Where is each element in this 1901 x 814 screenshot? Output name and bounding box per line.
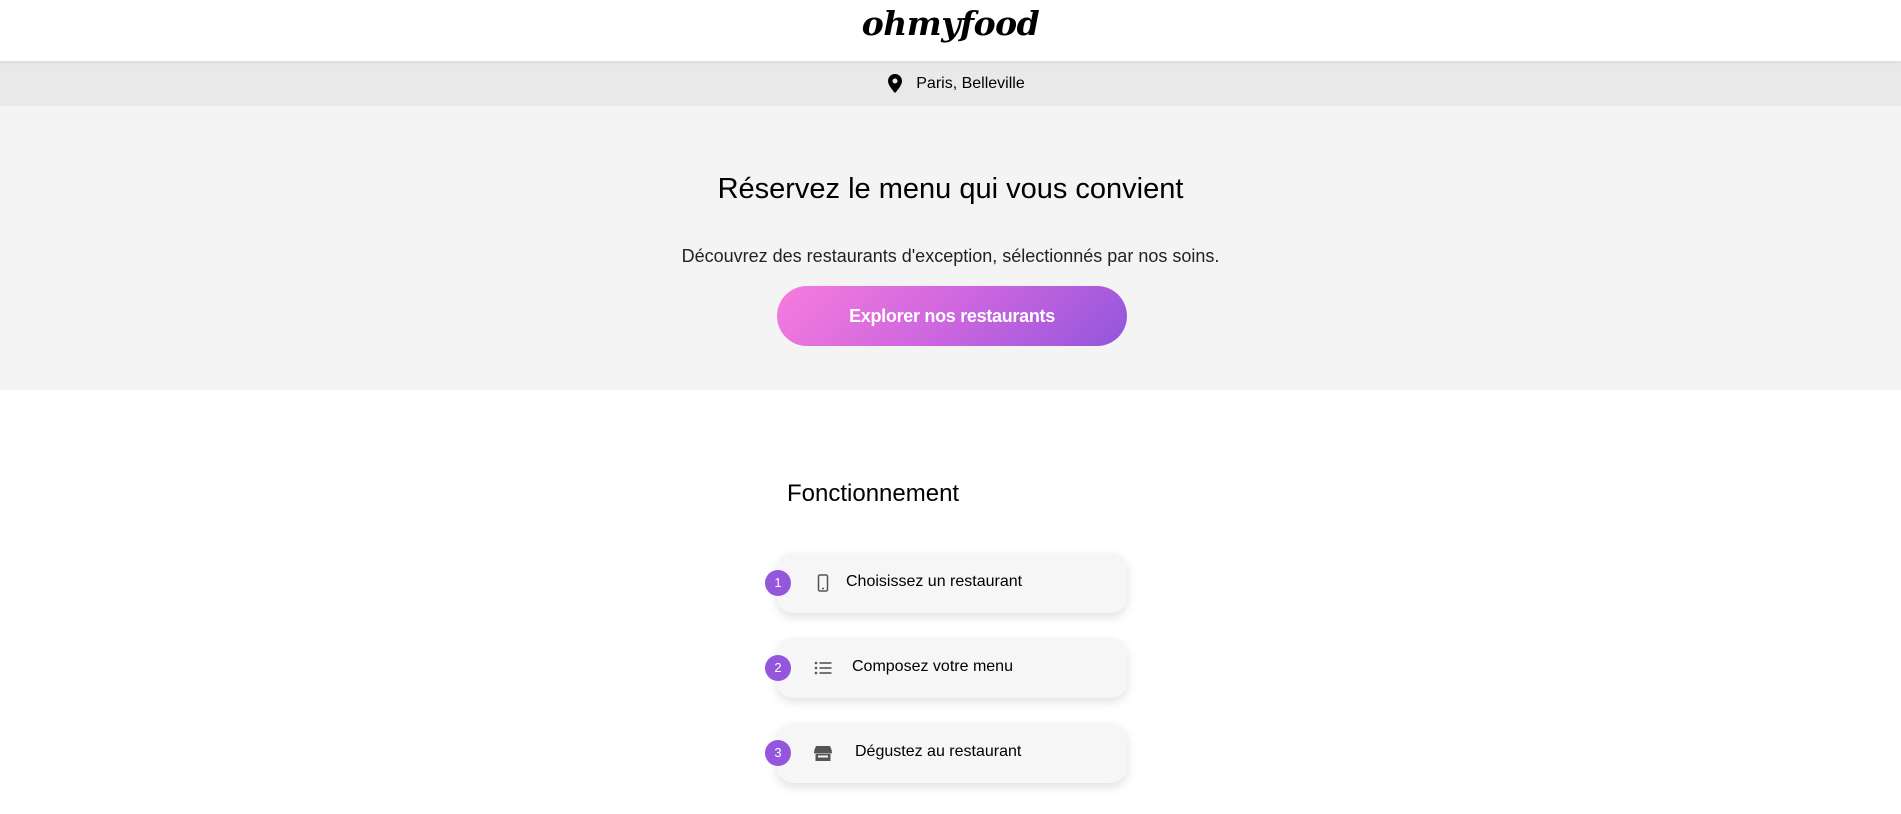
explore-restaurants-button[interactable]: Explorer nos restaurants xyxy=(777,286,1127,346)
step-card-enjoy-at-restaurant: 3 Dégustez au restaurant xyxy=(765,723,1127,783)
store-icon xyxy=(814,746,832,761)
hero-section: Réservez le menu qui vous convient Décou… xyxy=(0,106,1901,390)
step-label: Choisissez un restaurant xyxy=(846,573,1023,590)
step-card-choose-restaurant: 1 Choisissez un restaurant xyxy=(765,553,1127,613)
hero-subtitle: Découvrez des restaurants d'exception, s… xyxy=(681,246,1220,266)
location-inner: Paris, Belleville xyxy=(0,74,1901,93)
mobile-phone-icon xyxy=(817,574,829,592)
step-number-badge: 3 xyxy=(765,740,791,766)
step-number-badge: 2 xyxy=(765,655,791,681)
step-label: Dégustez au restaurant xyxy=(855,743,1022,760)
step-number-badge: 1 xyxy=(765,570,791,596)
location-bar: Paris, Belleville xyxy=(0,61,1901,106)
step-label: Composez votre menu xyxy=(852,658,1013,675)
map-pin-icon xyxy=(888,74,903,93)
site-header: ohmyfood xyxy=(0,0,1901,61)
location-text: Paris, Belleville xyxy=(916,74,1025,92)
ohmyfood-logo[interactable]: ohmyfood xyxy=(0,4,1901,43)
how-it-works-title: Fonctionnement xyxy=(787,480,960,507)
list-icon xyxy=(814,661,832,675)
step-card-compose-menu: 2 Composez votre menu xyxy=(765,638,1127,698)
hero-title: Réservez le menu qui vous convient xyxy=(717,173,1184,205)
